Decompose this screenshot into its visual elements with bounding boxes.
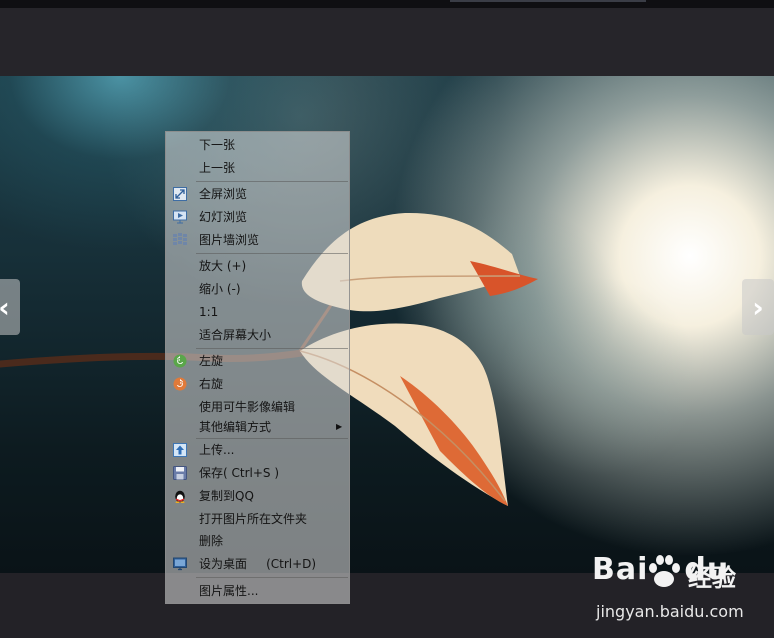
submenu-arrow-icon: ▶: [336, 422, 343, 431]
menu-item-label: 上一张: [199, 161, 236, 175]
menu-item-label: 打开图片所在文件夹: [199, 512, 308, 526]
menu-item-rotate-right[interactable]: 右旋: [166, 373, 349, 395]
menu-item-label: 图片属性...: [199, 584, 259, 598]
menu-item-photo-wall[interactable]: 图片墙浏览: [166, 229, 349, 251]
save-icon: [173, 466, 187, 480]
menu-item-actual-size[interactable]: 1:1: [166, 301, 349, 323]
menu-item-label: 适合屏幕大小: [199, 328, 272, 342]
image-context-menu: 下一张 上一张 全屏浏览 幻灯浏览 图片墙浏览 放大 (+) 缩小 (-) 1:…: [165, 131, 350, 604]
menu-item-label: 缩小 (-): [199, 282, 241, 296]
menu-item-open-containing-folder[interactable]: 打开图片所在文件夹: [166, 508, 349, 530]
menu-item-label: 上传...: [199, 443, 235, 457]
rotate-left-icon: [173, 354, 187, 368]
rotate-right-icon: [173, 377, 187, 391]
photo-canvas: [0, 76, 774, 573]
menu-item-label: 1:1: [199, 305, 219, 319]
menu-item-slideshow[interactable]: 幻灯浏览: [166, 206, 349, 228]
menu-item-label: 复制到QQ: [199, 489, 254, 503]
menu-item-label: 其他编辑方式: [199, 420, 272, 434]
desktop-icon: [173, 557, 187, 571]
menu-item-fit-screen[interactable]: 适合屏幕大小: [166, 324, 349, 346]
chevron-right-icon: ›: [752, 290, 764, 324]
menu-item-label: 放大 (+): [199, 259, 247, 273]
menu-item-upload[interactable]: 上传...: [166, 439, 349, 461]
menu-item-label: 图片墙浏览: [199, 233, 260, 247]
menu-item-label: 下一张: [199, 138, 236, 152]
menu-item-label: 右旋: [199, 377, 224, 391]
menu-item-label: 全屏浏览: [199, 187, 248, 201]
menu-separator: [196, 253, 348, 254]
baidu-jingyan-watermark: Bai du 经验 jingyan.baidu.com: [592, 552, 768, 626]
menu-item-save[interactable]: 保存( Ctrl+S ): [166, 462, 349, 484]
menu-item-zoom-in[interactable]: 放大 (+): [166, 255, 349, 277]
top-tab-indicator: [450, 0, 646, 2]
watermark-url: jingyan.baidu.com: [596, 602, 744, 621]
menu-item-label: 左旋: [199, 354, 224, 368]
menu-item-label: 幻灯浏览: [199, 210, 248, 224]
menu-separator: [196, 348, 348, 349]
menu-item-edit-with-keniu[interactable]: 使用可牛影像编辑: [166, 396, 349, 418]
previous-photo-button[interactable]: ‹: [0, 279, 20, 335]
menu-item-label: 设为桌面 (Ctrl+D): [199, 557, 317, 571]
menu-item-set-as-wallpaper[interactable]: 设为桌面 (Ctrl+D): [166, 553, 349, 575]
menu-item-copy-to-qq[interactable]: 复制到QQ: [166, 485, 349, 507]
qq-penguin-icon: [175, 490, 185, 503]
window-top-strip: [0, 0, 774, 8]
baidu-paw-icon: [649, 555, 680, 587]
menu-item-other-editors[interactable]: 其他编辑方式 ▶: [166, 416, 349, 438]
menu-item-delete[interactable]: 删除: [166, 530, 349, 552]
upload-icon: [173, 443, 187, 457]
watermark-jingyan-text: 经验: [688, 564, 736, 592]
slideshow-icon: [173, 210, 187, 224]
menu-item-label: 删除: [199, 534, 224, 548]
autumn-leaf-image: [0, 212, 538, 506]
photo-wall-icon: [173, 233, 187, 245]
menu-item-label: 保存( Ctrl+S ): [199, 466, 280, 480]
menu-item-label: 使用可牛影像编辑: [199, 400, 296, 414]
next-photo-button[interactable]: ›: [742, 279, 774, 335]
menu-item-fullscreen[interactable]: 全屏浏览: [166, 183, 349, 205]
fullscreen-icon: [173, 187, 187, 201]
viewer-toolbar-area: [0, 8, 774, 76]
menu-item-previous-photo[interactable]: 上一张: [166, 157, 349, 179]
menu-separator: [196, 577, 348, 578]
chevron-left-icon: ‹: [0, 291, 10, 324]
menu-item-image-properties[interactable]: 图片属性...: [166, 580, 349, 602]
menu-item-rotate-left[interactable]: 左旋: [166, 350, 349, 372]
menu-item-next-photo[interactable]: 下一张: [166, 134, 349, 156]
menu-item-zoom-out[interactable]: 缩小 (-): [166, 278, 349, 300]
menu-separator: [196, 181, 348, 182]
